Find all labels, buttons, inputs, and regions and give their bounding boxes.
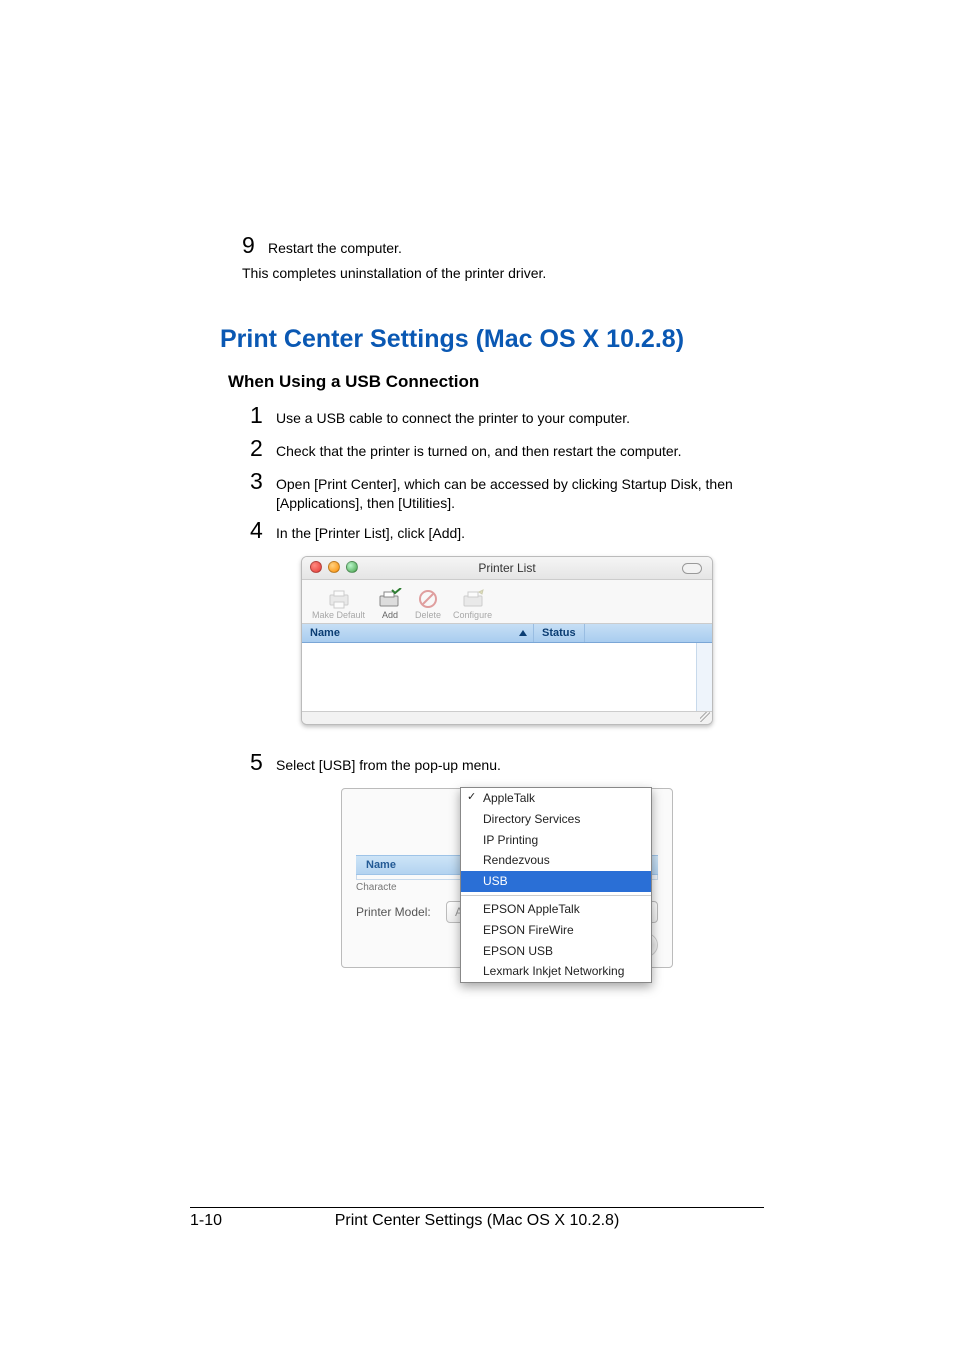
printer-list-window: Printer List Make Default [301,556,713,725]
delete-label: Delete [415,611,441,621]
minimize-icon[interactable] [328,561,340,573]
step-number-3: 3 [250,466,276,497]
make-default-label: Make Default [312,611,365,621]
step-number-9: 9 [242,230,268,261]
configure-label: Configure [453,611,492,621]
column-name-label: Name [310,627,340,639]
menu-item-appletalk[interactable]: AppleTalk [461,788,651,809]
column-status[interactable]: Status [534,624,585,642]
step-4-text: In the [Printer List], click [Add]. [276,520,465,543]
menu-item-epson-appletalk[interactable]: EPSON AppleTalk [461,899,651,920]
delete-icon [415,588,441,610]
page-number: 1-10 [190,1212,250,1230]
resize-handle[interactable] [302,711,712,724]
window-titlebar[interactable]: Printer List [302,557,712,580]
delete-button: Delete [415,588,441,621]
zoom-icon[interactable] [346,561,358,573]
menu-separator [461,895,651,896]
step-number-5: 5 [250,747,276,778]
toolbar-toggle-icon[interactable] [682,563,702,574]
close-icon[interactable] [310,561,322,573]
menu-item-usb[interactable]: USB [461,871,651,892]
make-default-button: Make Default [312,588,365,621]
step-1-text: Use a USB cable to connect the printer t… [276,405,630,428]
column-name[interactable]: Name [302,624,534,642]
window-title: Printer List [302,561,712,575]
printer-list-body [302,643,712,711]
menu-item-lexmark[interactable]: Lexmark Inkjet Networking [461,961,651,982]
configure-button: Configure [453,588,492,621]
configure-icon [460,588,486,610]
add-button[interactable]: Add [377,588,403,621]
sort-ascending-icon [519,630,527,636]
column-header-row[interactable]: Name Status [302,624,712,643]
printer-icon [326,588,352,610]
printer-model-label: Printer Model: [356,905,446,919]
menu-item-rendezvous[interactable]: Rendezvous [461,850,651,871]
menu-item-epson-firewire[interactable]: EPSON FireWire [461,920,651,941]
step-number-1: 1 [250,400,276,431]
sub-section-title: When Using a USB Connection [228,372,764,392]
sheet-column-name[interactable]: Name [356,859,406,871]
step-number-2: 2 [250,433,276,464]
step-9-text: Restart the computer. [268,235,402,258]
column-status-label: Status [542,627,576,639]
menu-item-directory-services[interactable]: Directory Services [461,809,651,830]
printer-add-icon [377,588,403,610]
closing-paragraph: This completes uninstallation of the pri… [242,265,764,281]
scrollbar[interactable] [696,643,712,711]
section-title: Print Center Settings (Mac OS X 10.2.8) [220,325,764,354]
step-5-text: Select [USB] from the pop-up menu. [276,752,501,775]
footer-title: Print Center Settings (Mac OS X 10.2.8) [250,1212,704,1230]
menu-item-epson-usb[interactable]: EPSON USB [461,941,651,962]
step-number-4: 4 [250,515,276,546]
menu-item-ip-printing[interactable]: IP Printing [461,830,651,851]
step-3-text: Open [Print Center], which can be access… [276,471,764,513]
add-label: Add [382,611,398,621]
connection-sheet: AppleTalk Directory Services IP Printing… [341,788,673,968]
step-2-text: Check that the printer is turned on, and… [276,438,681,461]
connection-popup-menu[interactable]: AppleTalk Directory Services IP Printing… [460,787,652,983]
